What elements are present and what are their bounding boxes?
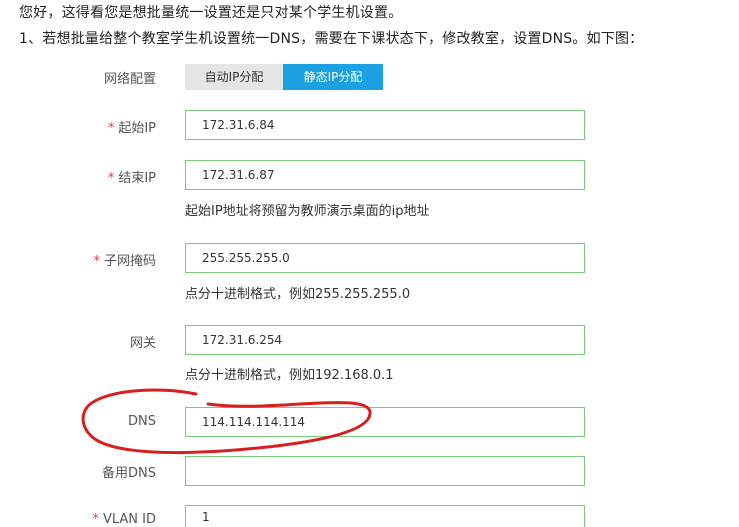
- auto-ip-button[interactable]: 自动IP分配: [185, 64, 283, 90]
- end-ip-label: * 结束IP: [108, 167, 156, 186]
- screenshot: 您好，这得看您是想批量统一设置还是只对某个学生机设置。 1、若想批量给整个教室学…: [0, 0, 739, 527]
- start-ip-input[interactable]: [185, 110, 585, 140]
- required-mark: *: [93, 254, 100, 269]
- gateway-input[interactable]: [185, 325, 585, 355]
- vlan-id-label: * VLAN ID: [92, 512, 156, 527]
- intro-line-2: 1、若想批量给整个教室学生机设置统一DNS，需要在下课状态下，修改教室，设置DN…: [19, 31, 644, 47]
- end-ip-input[interactable]: [185, 160, 585, 190]
- dns-label: DNS: [128, 414, 156, 429]
- subnet-mask-label-text: 子网掩码: [103, 254, 156, 269]
- backup-dns-input[interactable]: [185, 456, 585, 486]
- intro-line-1: 您好，这得看您是想批量统一设置还是只对某个学生机设置。: [19, 5, 403, 21]
- vlan-id-label-text: VLAN ID: [102, 512, 156, 527]
- subnet-mask-input[interactable]: [185, 243, 585, 273]
- vlan-id-input[interactable]: [185, 505, 585, 527]
- required-mark: *: [107, 171, 115, 186]
- static-ip-button[interactable]: 静态IP分配: [283, 64, 383, 90]
- network-config-label: 网络配置: [103, 72, 156, 87]
- end-ip-label-text: 结束IP: [118, 171, 156, 186]
- subnet-mask-hint: 点分十进制格式，例如255.255.255.0: [185, 287, 411, 302]
- dns-input[interactable]: [185, 407, 585, 437]
- end-ip-hint: 起始IP地址将预留为教师演示桌面的ip地址: [185, 204, 430, 219]
- start-ip-label-text: 起始IP: [118, 121, 156, 136]
- start-ip-label: * 起始IP: [108, 117, 156, 136]
- gateway-hint: 点分十进制格式，例如192.168.0.1: [185, 368, 394, 383]
- required-mark: *: [92, 512, 99, 527]
- required-mark: *: [107, 121, 115, 136]
- backup-dns-label: 备用DNS: [102, 466, 156, 481]
- gateway-label: 网关: [129, 336, 156, 351]
- subnet-mask-label: * 子网掩码: [93, 250, 156, 269]
- ip-mode-toggle: 自动IP分配 静态IP分配: [185, 64, 383, 90]
